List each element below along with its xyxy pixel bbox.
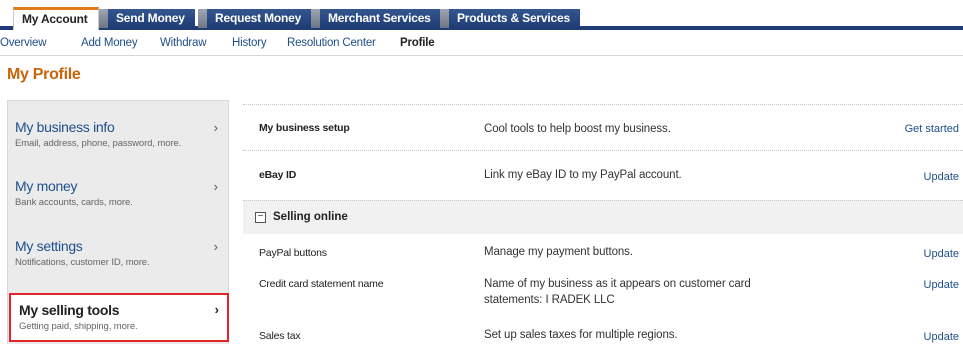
- row-description: Set up sales taxes for multiple regions.: [484, 329, 678, 341]
- chevron-right-icon: ›: [213, 179, 218, 194]
- row-label: My business setup: [259, 122, 350, 134]
- update-link[interactable]: Update: [924, 171, 959, 183]
- table-row: Credit card statement name Name of my bu…: [243, 270, 963, 322]
- sidebar-item-business-info[interactable]: My business info Email, address, phone, …: [15, 119, 220, 149]
- tab-send-money[interactable]: Send Money: [99, 9, 195, 28]
- row-label: eBay ID: [259, 169, 297, 181]
- update-link[interactable]: Update: [924, 279, 959, 291]
- table-row: Sales tax Set up sales taxes for multipl…: [243, 322, 963, 344]
- sidebar-item-title: My selling tools: [19, 302, 120, 318]
- tab-my-account[interactable]: My Account: [13, 7, 99, 30]
- chevron-right-icon: ›: [214, 302, 219, 317]
- subnav-resolution-center[interactable]: Resolution Center: [287, 37, 376, 49]
- sidebar-item-title: My settings: [15, 238, 83, 254]
- sidebar-item-selling-tools[interactable]: My selling tools Getting paid, shipping,…: [9, 293, 229, 342]
- sidebar-item-title: My business info: [15, 119, 115, 135]
- row-description: Name of my business as it appears on cus…: [484, 278, 751, 306]
- subnav-add-money[interactable]: Add Money: [81, 37, 138, 49]
- update-link[interactable]: Update: [924, 331, 959, 343]
- table-row: eBay ID Link my eBay ID to my PayPal acc…: [243, 150, 963, 200]
- section-title: Selling online: [273, 211, 348, 223]
- subnav-withdraw[interactable]: Withdraw: [160, 37, 207, 49]
- tab-products-services[interactable]: Products & Services: [440, 9, 580, 28]
- subnav-profile[interactable]: Profile: [400, 37, 435, 49]
- tab-request-money[interactable]: Request Money: [197, 9, 312, 28]
- profile-sidebar: My business info Email, address, phone, …: [7, 100, 229, 344]
- table-row: PayPal buttons Manage my payment buttons…: [243, 234, 963, 270]
- row-description: Cool tools to help boost my business.: [484, 123, 671, 135]
- subnav-history[interactable]: History: [232, 37, 267, 49]
- row-label: Credit card statement name: [259, 278, 384, 290]
- selling-online-section[interactable]: − Selling online: [243, 200, 963, 234]
- sidebar-item-money[interactable]: My money Bank accounts, cards, more. ›: [15, 178, 220, 208]
- sidebar-item-description: Email, address, phone, password, more.: [15, 138, 182, 149]
- tab-merchant-services[interactable]: Merchant Services: [311, 9, 441, 28]
- update-link[interactable]: Update: [924, 248, 959, 260]
- collapse-toggle-icon[interactable]: −: [255, 212, 266, 223]
- subnav-overview[interactable]: Overview: [0, 37, 47, 49]
- sidebar-item-description: Notifications, customer ID, more.: [15, 257, 150, 268]
- sidebar-item-settings[interactable]: My settings Notifications, customer ID, …: [15, 238, 220, 268]
- sidebar-item-title: My money: [15, 178, 78, 194]
- sidebar-item-description: Getting paid, shipping, more.: [19, 321, 138, 332]
- page-title: My Profile: [7, 66, 81, 83]
- row-label: PayPal buttons: [259, 247, 327, 259]
- row-description: Manage my payment buttons.: [484, 246, 633, 258]
- table-row: My business setup Cool tools to help boo…: [243, 104, 963, 150]
- row-description: Link my eBay ID to my PayPal account.: [484, 169, 682, 181]
- get-started-link[interactable]: Get started: [905, 123, 959, 135]
- top-tab-bar: My Account Send Money Request Money Merc…: [0, 0, 963, 30]
- chevron-right-icon: ›: [213, 239, 218, 254]
- row-label: Sales tax: [259, 330, 301, 342]
- sidebar-item-description: Bank accounts, cards, more.: [15, 197, 133, 208]
- chevron-right-icon: ›: [213, 120, 218, 135]
- sub-navigation: Overview Add Money Withdraw History Reso…: [0, 30, 963, 56]
